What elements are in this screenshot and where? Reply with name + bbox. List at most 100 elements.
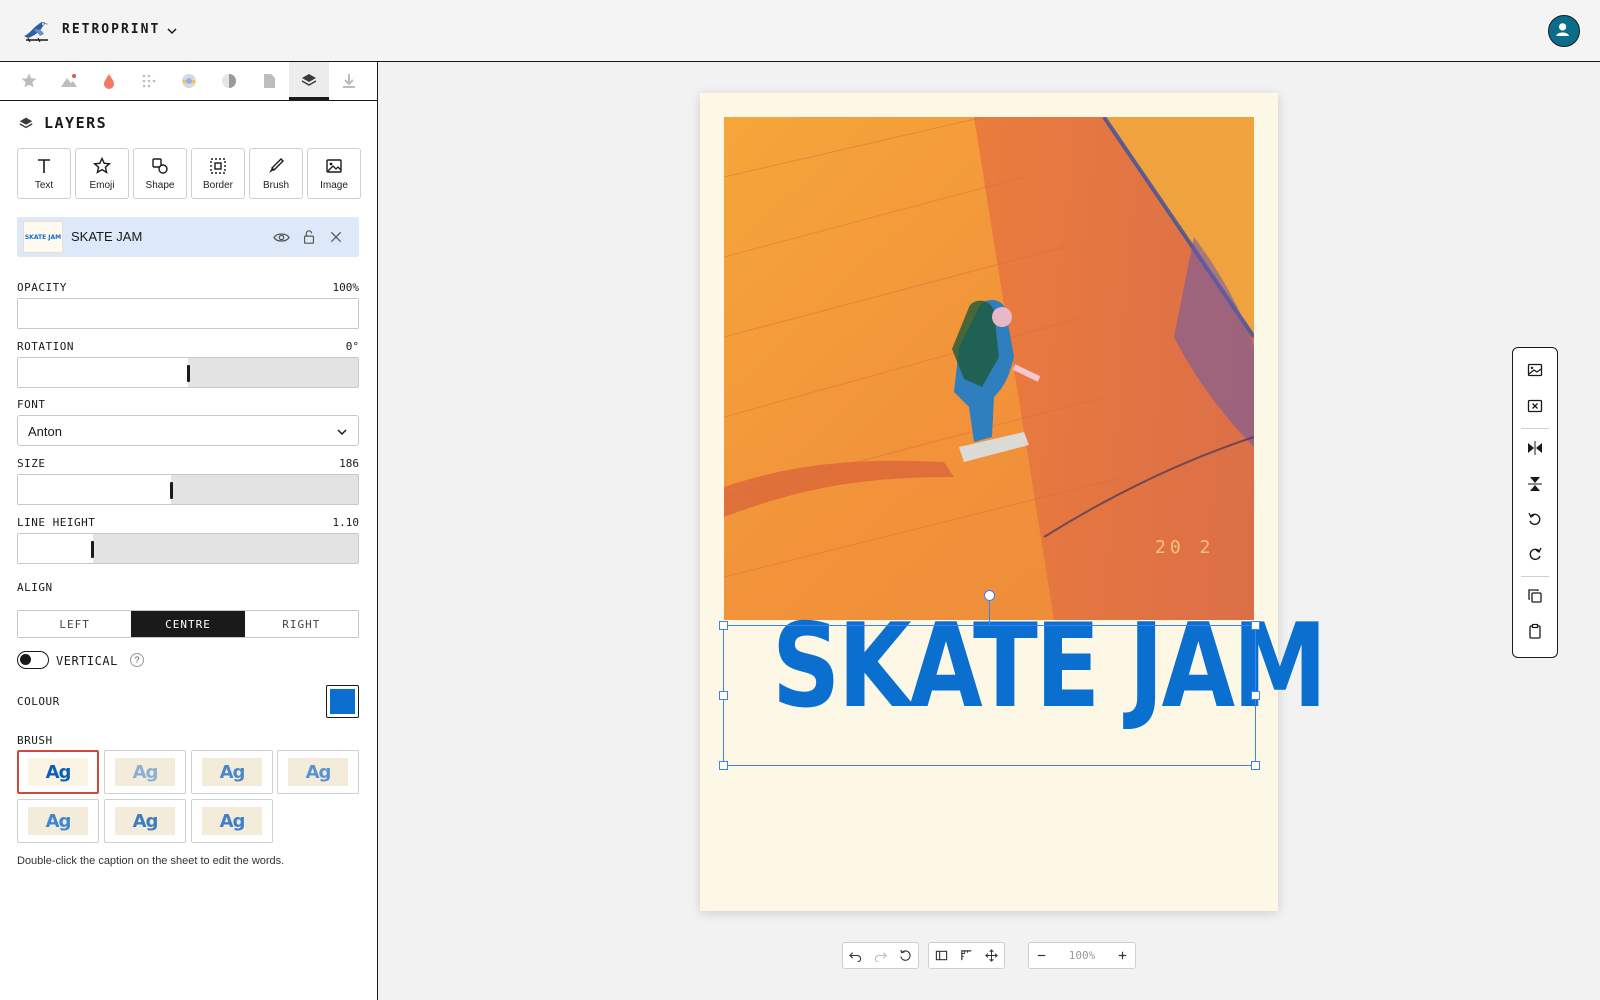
chevron-down-icon[interactable] [166,24,178,36]
slider-thumb[interactable] [170,482,173,499]
add-text-button[interactable]: Text [17,148,71,199]
align-left-option[interactable]: LEFT [18,611,131,637]
add-border-button[interactable]: Border [191,148,245,199]
layers-header: LAYERS [18,114,107,132]
contrast-icon [222,74,236,88]
redo-icon[interactable] [868,943,893,968]
close-icon[interactable] [326,227,346,247]
brush-option[interactable]: Ag [17,750,99,794]
rotation-slider[interactable] [17,357,359,388]
slider-fill [18,299,358,328]
rulers-icon[interactable] [954,943,979,968]
rotate-left-icon[interactable] [1524,508,1546,530]
tab-layers[interactable] [289,62,329,100]
user-avatar[interactable] [1548,15,1580,47]
compare-icon[interactable] [929,943,954,968]
eye-icon[interactable] [271,227,291,247]
history-toolbar [842,942,919,969]
rotation-handle[interactable] [984,590,995,601]
layer-name: SKATE JAM [71,229,143,244]
size-slider[interactable] [17,474,359,505]
brush-option[interactable]: Ag [17,799,99,843]
zoom-level: 100% [1068,949,1096,962]
resize-handle[interactable] [719,761,728,770]
size-value: 186 [339,457,359,470]
resize-handle[interactable] [1251,621,1260,630]
flip-vertical-icon[interactable] [1524,473,1546,495]
brush-option[interactable]: Ag [191,750,273,794]
brush-icon [269,157,284,173]
undo-icon[interactable] [843,943,868,968]
line-height-slider[interactable] [17,533,359,564]
divider [1521,576,1549,577]
brush-label: BRUSH [17,734,53,747]
tab-grain[interactable] [129,62,169,100]
layers-icon [19,117,33,129]
download-icon [343,74,355,88]
line-height-value: 1.10 [332,516,360,529]
tool-label: Brush [262,179,290,191]
paper-icon [264,74,275,88]
brush-option[interactable]: Ag [191,799,273,843]
size-label: SIZE [17,457,46,470]
layer-item[interactable]: SKATE JAM SKATE JAM [17,217,359,257]
poster-sheet[interactable]: 20 2 SKATE JAM [700,93,1327,911]
slider-thumb[interactable] [187,365,190,382]
zoom-out-icon[interactable] [1029,943,1054,968]
flip-horizontal-icon[interactable] [1524,437,1546,459]
remove-image-icon[interactable] [1524,395,1546,417]
zoom-in-icon[interactable] [1110,943,1135,968]
resize-handle[interactable] [719,691,728,700]
replace-image-icon[interactable] [1524,359,1546,381]
tool-tabs [0,62,377,101]
resize-handle[interactable] [1251,761,1260,770]
slider-fill [18,475,171,504]
brush-sample: Ag [28,758,88,786]
opacity-slider[interactable] [17,298,359,329]
star-icon [21,73,37,88]
opacity-label: OPACITY [17,281,67,294]
tab-export[interactable] [329,62,369,100]
rotate-right-icon[interactable] [1524,543,1546,565]
tab-paper[interactable] [249,62,289,100]
font-select[interactable]: Anton [17,415,359,446]
brush-sample: Ag [202,807,262,835]
copy-icon[interactable] [1524,585,1546,607]
tab-favourites[interactable] [9,62,49,100]
add-image-button[interactable]: Image [307,148,361,199]
align-segmented-control: LEFT CENTRE RIGHT [17,610,359,638]
mountain-icon [61,74,77,87]
align-right-option[interactable]: RIGHT [245,611,358,637]
bird-logo-icon[interactable] [20,14,52,46]
brush-option[interactable]: Ag [104,799,186,843]
help-icon[interactable]: ? [130,653,144,667]
move-icon[interactable] [979,943,1004,968]
line-height-label: LINE HEIGHT [17,516,96,529]
brush-option[interactable]: Ag [277,750,359,794]
unlock-icon[interactable] [299,227,319,247]
rotation-handle-line [989,599,990,625]
align-centre-option[interactable]: CENTRE [131,611,245,637]
opacity-value: 100% [332,281,360,294]
resize-handle[interactable] [1251,691,1260,700]
tab-tone[interactable] [209,62,249,100]
shapes-icon [152,157,168,174]
tab-filters[interactable] [169,62,209,100]
add-brush-button[interactable]: Brush [249,148,303,199]
tool-label: Image [320,179,348,191]
align-label: ALIGN [17,581,53,594]
tool-label: Shape [145,179,175,191]
app-name[interactable]: RETROPRINT [62,22,160,37]
add-emoji-button[interactable]: Emoji [75,148,129,199]
add-shape-button[interactable]: Shape [133,148,187,199]
tab-adjust[interactable] [49,62,89,100]
paste-icon[interactable] [1524,620,1546,642]
brush-option[interactable]: Ag [104,750,186,794]
colour-label: COLOUR [17,695,60,708]
colour-swatch[interactable] [326,685,359,718]
vertical-toggle[interactable] [17,651,49,669]
resize-handle[interactable] [719,621,728,630]
reset-icon[interactable] [893,943,918,968]
slider-thumb[interactable] [91,541,94,558]
tab-colour[interactable] [89,62,129,100]
